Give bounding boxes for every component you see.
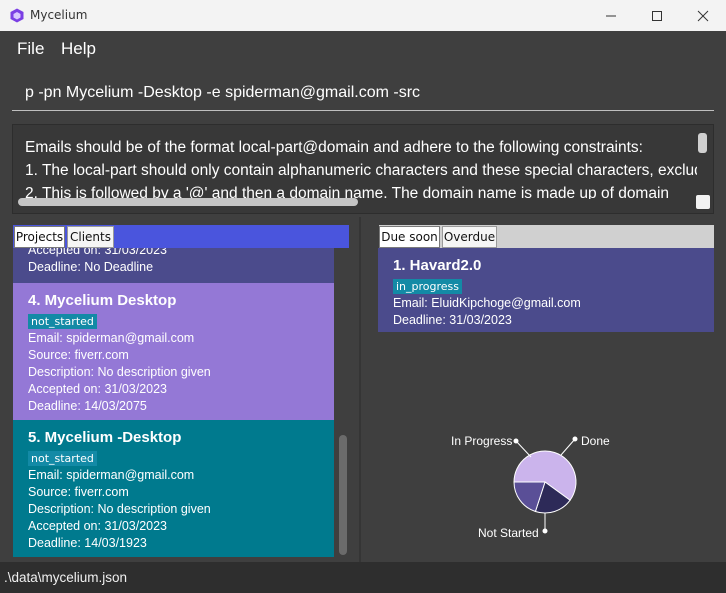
command-input[interactable]: [12, 75, 714, 111]
project-email: Email: spiderman@gmail.com: [28, 468, 195, 482]
project-accepted: Accepted on: 31/03/2023: [28, 248, 168, 257]
project-deadline: Deadline: No Deadline: [28, 260, 154, 274]
window-title: Mycelium: [30, 8, 88, 22]
menu-bar: File Help: [0, 31, 726, 65]
project-list: Accepted on: 31/03/2023 Deadline: No Dea…: [13, 248, 334, 558]
pie-leader-dot-done: [572, 436, 578, 442]
project-list-scrollbar[interactable]: [339, 435, 347, 555]
scroll-corner: [696, 195, 710, 209]
project-title: 5. Mycelium -Desktop: [28, 429, 182, 446]
menu-help[interactable]: Help: [61, 39, 96, 59]
pie-label-not-started: Not Started: [478, 526, 539, 540]
project-source: Source: fiverr.com: [28, 485, 129, 499]
result-vertical-scrollbar[interactable]: [698, 133, 707, 153]
pie-leader-done: [560, 438, 576, 456]
project-source: Source: fiverr.com: [28, 348, 129, 362]
project-accepted: Accepted on: 31/03/2023: [28, 519, 168, 533]
project-deadline: Deadline: 14/03/2075: [28, 399, 147, 413]
maximize-button[interactable]: [634, 0, 680, 31]
due-panel: Due soon Overdue 1. Havard2.0 in_progres…: [361, 217, 726, 562]
pie-leader-dot-not-started: [542, 528, 548, 534]
minimize-icon: [606, 15, 616, 16]
project-card[interactable]: Accepted on: 31/03/2023 Deadline: No Dea…: [13, 248, 334, 284]
result-line: Emails should be of the format local-par…: [25, 139, 643, 156]
result-horizontal-scrollbar[interactable]: [18, 198, 358, 206]
result-display[interactable]: Emails should be of the format local-par…: [12, 124, 714, 214]
project-description: Description: No description given: [28, 502, 211, 516]
project-card[interactable]: 5. Mycelium -Desktop not_started Email: …: [13, 420, 334, 557]
tab-projects[interactable]: Projects: [14, 226, 65, 248]
window-titlebar: Mycelium: [0, 0, 726, 31]
hexagon-app-icon: [10, 8, 24, 23]
result-line: 1. The local-part should only contain al…: [25, 162, 697, 179]
menu-file[interactable]: File: [17, 39, 44, 59]
result-area: Emails should be of the format local-par…: [0, 121, 726, 217]
pie-leader-in-progress: [515, 440, 532, 458]
project-accepted: Accepted on: 31/03/2023: [28, 382, 168, 396]
data-file-path: .\data\mycelium.json: [4, 570, 128, 585]
project-card[interactable]: 4. Mycelium Desktop not_started Email: s…: [13, 283, 334, 420]
project-deadline: Deadline: 14/03/1923: [28, 536, 147, 550]
close-icon: [697, 10, 709, 21]
pie-label-in-progress: In Progress: [451, 434, 513, 448]
close-button[interactable]: [680, 0, 726, 31]
maximize-icon: [652, 10, 662, 21]
status-pie-chart: [513, 436, 578, 534]
project-email: Email: spiderman@gmail.com: [28, 331, 195, 345]
tab-clients[interactable]: Clients: [67, 226, 114, 248]
status-badge: not_started: [28, 314, 97, 329]
status-bar: .\data\mycelium.json: [0, 562, 726, 593]
project-title: 4. Mycelium Desktop: [28, 292, 177, 309]
command-area: [0, 65, 726, 121]
status-badge: not_started: [28, 451, 97, 466]
minimize-button[interactable]: [588, 0, 634, 31]
pie-leader-dot-in-progress: [513, 438, 519, 444]
result-text: Emails should be of the format local-par…: [25, 136, 697, 205]
projects-panel: Projects Clients Accepted on: 31/03/2023…: [0, 217, 360, 562]
pie-label-done: Done: [581, 434, 610, 448]
project-description: Description: No description given: [28, 365, 211, 379]
